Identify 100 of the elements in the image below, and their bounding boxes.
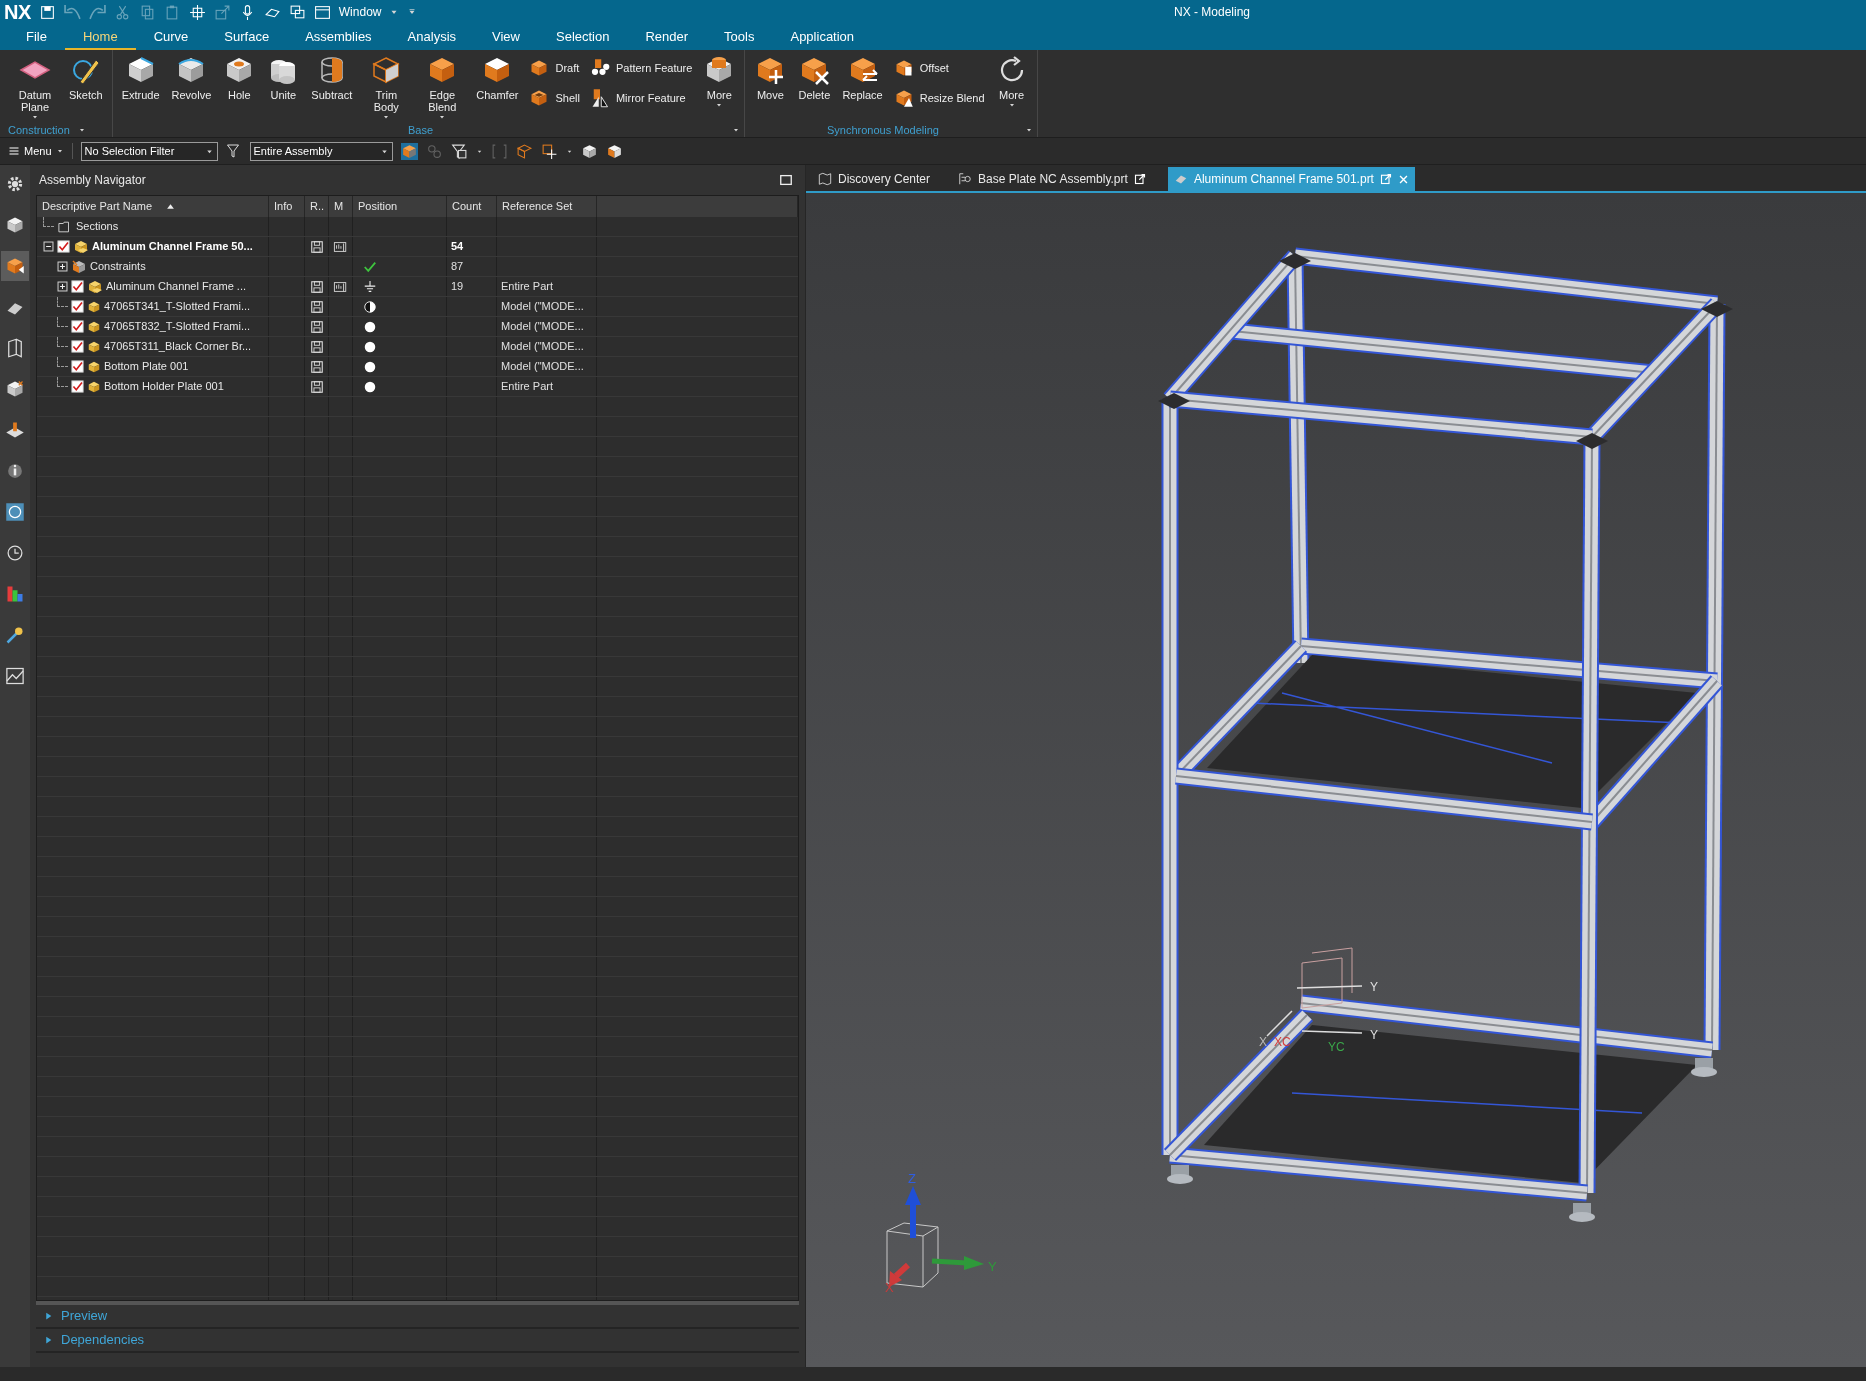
ribbon-button[interactable]: Pattern Feature xyxy=(589,58,693,78)
windows-icon xyxy=(288,3,306,21)
table-cell-text: 87 xyxy=(451,259,464,275)
save-icon xyxy=(38,3,56,21)
menu-tab[interactable]: Render xyxy=(627,26,707,50)
part-icon xyxy=(87,299,101,314)
part-name: 47065T341_T-Slotted Frami... xyxy=(104,299,251,315)
axis-label: X xyxy=(1259,1035,1267,1049)
block-icon xyxy=(529,88,550,108)
ribbon-button[interactable]: Draft xyxy=(529,58,580,78)
constraints-icon xyxy=(71,258,87,275)
axis-label: Y xyxy=(988,1259,997,1274)
document-tab[interactable]: Discovery Center xyxy=(812,167,953,191)
ribbon-group-label: Base xyxy=(407,122,434,138)
table-cell-text: Model ("MODE... xyxy=(501,319,584,335)
column-header[interactable]: Info xyxy=(269,196,305,217)
table-cell-text: Entire Part xyxy=(501,379,553,395)
ribbon-button[interactable]: Subtract xyxy=(306,54,358,101)
info-icon xyxy=(5,461,25,481)
table-cell-text: Model ("MODE... xyxy=(501,359,584,375)
document-tab[interactable]: Base Plate NC Assembly.prt xyxy=(952,167,1168,191)
gear-icon xyxy=(5,174,25,194)
menu-icon xyxy=(8,145,20,157)
panel-header[interactable]: Dependencies xyxy=(36,1329,799,1353)
menu-tab[interactable]: View xyxy=(474,26,538,50)
window-icon xyxy=(313,3,331,21)
image-icon xyxy=(5,666,25,686)
ribbon-button[interactable]: Resize Blend xyxy=(893,88,985,108)
book-icon xyxy=(5,338,25,358)
axis-label: XC xyxy=(1274,1035,1291,1049)
caret-right-icon xyxy=(44,1335,53,1345)
export-icon xyxy=(213,3,231,21)
target-icon xyxy=(188,3,206,21)
part-name: Constraints xyxy=(90,259,146,275)
ribbon-button[interactable]: Move xyxy=(749,54,792,101)
ribbon-button[interactable]: Delete xyxy=(793,54,836,101)
filter-icon xyxy=(225,143,242,159)
table-cell-text: 54 xyxy=(451,239,464,255)
ribbon-button[interactable]: Extrude xyxy=(116,54,165,101)
column-header[interactable]: Count xyxy=(447,196,497,217)
column-header[interactable]: R.. xyxy=(305,196,329,217)
caret-icon xyxy=(55,147,64,155)
ribbon-button[interactable]: Replace xyxy=(837,54,888,101)
menu-button[interactable]: Menu xyxy=(8,142,73,160)
crosshair-icon xyxy=(540,142,558,160)
panel-title: Assembly Navigator xyxy=(39,172,146,189)
ribbon-button[interactable]: More xyxy=(698,54,741,109)
menu-tab[interactable]: File xyxy=(8,26,65,50)
ribbon-button[interactable]: Hole xyxy=(218,54,261,101)
pattern-icon xyxy=(589,58,610,78)
menu-tab[interactable]: Curve xyxy=(135,26,207,50)
ribbon-button[interactable]: Trim Body xyxy=(359,54,414,121)
menu-tab[interactable]: Selection xyxy=(538,26,628,50)
column-header[interactable]: M xyxy=(329,196,353,217)
axis-label: Y xyxy=(1370,1028,1378,1042)
app-logo: NX xyxy=(4,2,31,22)
axis-label: YC xyxy=(1328,1040,1345,1054)
part-icon xyxy=(87,359,101,374)
ribbon-button[interactable]: Unite xyxy=(262,54,305,101)
bracket-icon xyxy=(490,142,508,160)
dropdown[interactable]: No Selection Filter xyxy=(80,141,218,161)
ribbon-button[interactable]: More xyxy=(990,54,1033,109)
table-cell-text: Model ("MODE... xyxy=(501,339,584,355)
ribbon-button[interactable]: Mirror Feature xyxy=(589,88,693,108)
ribbon-button[interactable]: Shell xyxy=(529,88,580,108)
resource-bar-tab[interactable] xyxy=(1,251,29,281)
menu-tab[interactable]: Analysis xyxy=(389,26,475,50)
tool-icon xyxy=(5,625,25,645)
axis-label: Z xyxy=(908,1171,916,1186)
ribbon-button[interactable]: Chamfer xyxy=(471,54,524,101)
table-cell-text: Model ("MODE... xyxy=(501,299,584,315)
window-menu[interactable]: Window xyxy=(338,3,382,21)
part-name: Bottom Holder Plate 001 xyxy=(104,379,224,395)
column-header[interactable]: Reference Set xyxy=(497,196,597,217)
ribbon-button[interactable]: Sketch xyxy=(64,54,108,101)
window-title: NX - Modeling xyxy=(1173,4,1250,21)
ribbon-button[interactable]: Datum Plane xyxy=(8,54,62,121)
part-name: Sections xyxy=(76,219,119,235)
menu-tab[interactable]: Surface xyxy=(206,26,288,50)
axis-label: Y xyxy=(1370,980,1378,994)
ribbon-button[interactable]: Offset xyxy=(893,58,985,78)
part-icon xyxy=(87,379,101,394)
menu-tab[interactable]: Application xyxy=(772,26,873,50)
part-icon xyxy=(87,339,101,354)
link-icon xyxy=(425,142,443,160)
part-name: 47065T311_Black Corner Br... xyxy=(104,339,252,355)
clock-icon xyxy=(5,543,25,563)
ribbon-button[interactable]: Edge Blend xyxy=(415,54,470,121)
part-name: Aluminum Channel Frame 50... xyxy=(92,239,253,255)
part-name: Aluminum Channel Frame ... xyxy=(106,279,246,295)
ribbon-button[interactable]: Revolve xyxy=(166,54,217,101)
menu-tab[interactable]: Tools xyxy=(706,26,773,50)
undo-icon xyxy=(63,3,81,21)
maximize-icon xyxy=(779,173,793,187)
block-icon xyxy=(529,58,550,78)
menu-tab[interactable]: Assemblies xyxy=(287,26,390,50)
column-header[interactable]: Position xyxy=(353,196,447,217)
dropdown[interactable]: Entire Assembly xyxy=(249,141,393,161)
panel-header[interactable]: Preview xyxy=(36,1305,799,1329)
column-header[interactable]: Descriptive Part Name xyxy=(37,196,269,217)
